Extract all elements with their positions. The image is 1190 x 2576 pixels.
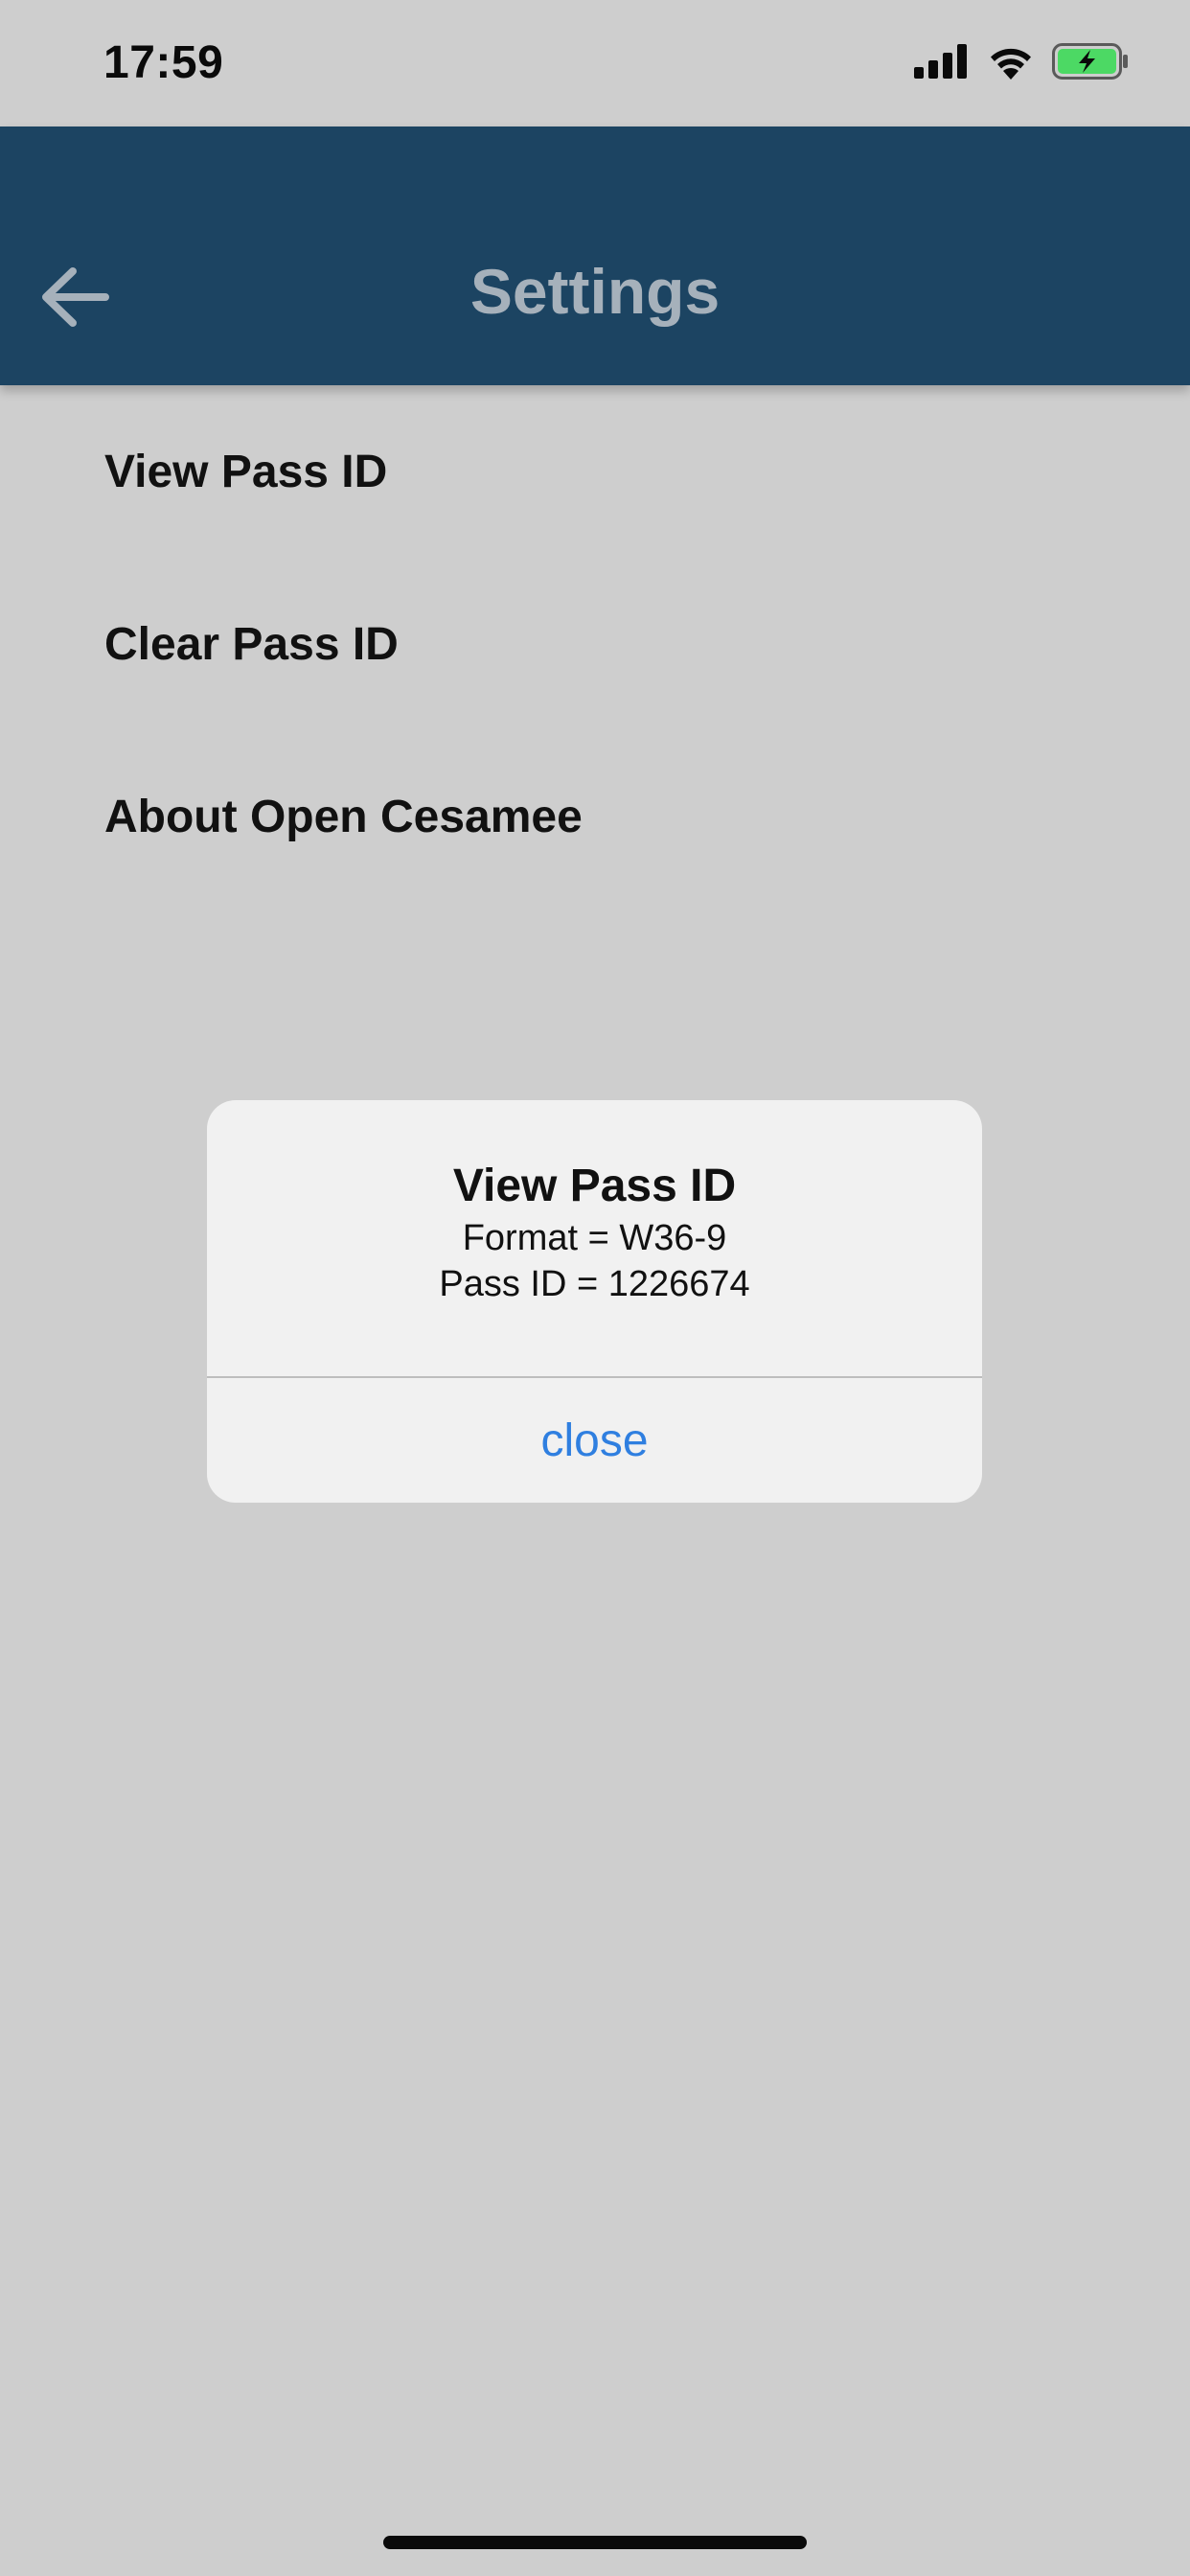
status-time: 17:59	[103, 37, 224, 88]
dialog-title: View Pass ID	[452, 1161, 737, 1211]
settings-menu: View Pass ID Clear Pass ID About Open Ce…	[0, 385, 1190, 903]
page-title: Settings	[469, 256, 721, 327]
wifi-icon	[987, 43, 1035, 84]
home-indicator[interactable]	[383, 2536, 807, 2549]
status-bar: 17:59	[0, 0, 1190, 126]
app-bar: Settings	[0, 126, 1190, 385]
dialog-format-text: Format = W36-9	[462, 1218, 727, 1258]
menu-item-view-pass-id[interactable]: View Pass ID	[0, 385, 1190, 558]
menu-item-about[interactable]: About Open Cesamee	[0, 730, 1190, 903]
cellular-signal-icon	[914, 43, 970, 83]
close-button[interactable]: close	[207, 1378, 982, 1503]
dialog-body: View Pass ID Format = W36-9 Pass ID = 12…	[207, 1100, 982, 1376]
status-icons	[914, 42, 1129, 84]
dialog-pass-id-text: Pass ID = 1226674	[439, 1264, 750, 1304]
pass-id-dialog: View Pass ID Format = W36-9 Pass ID = 12…	[207, 1100, 982, 1503]
battery-charging-icon	[1052, 42, 1129, 84]
menu-item-clear-pass-id[interactable]: Clear Pass ID	[0, 558, 1190, 730]
